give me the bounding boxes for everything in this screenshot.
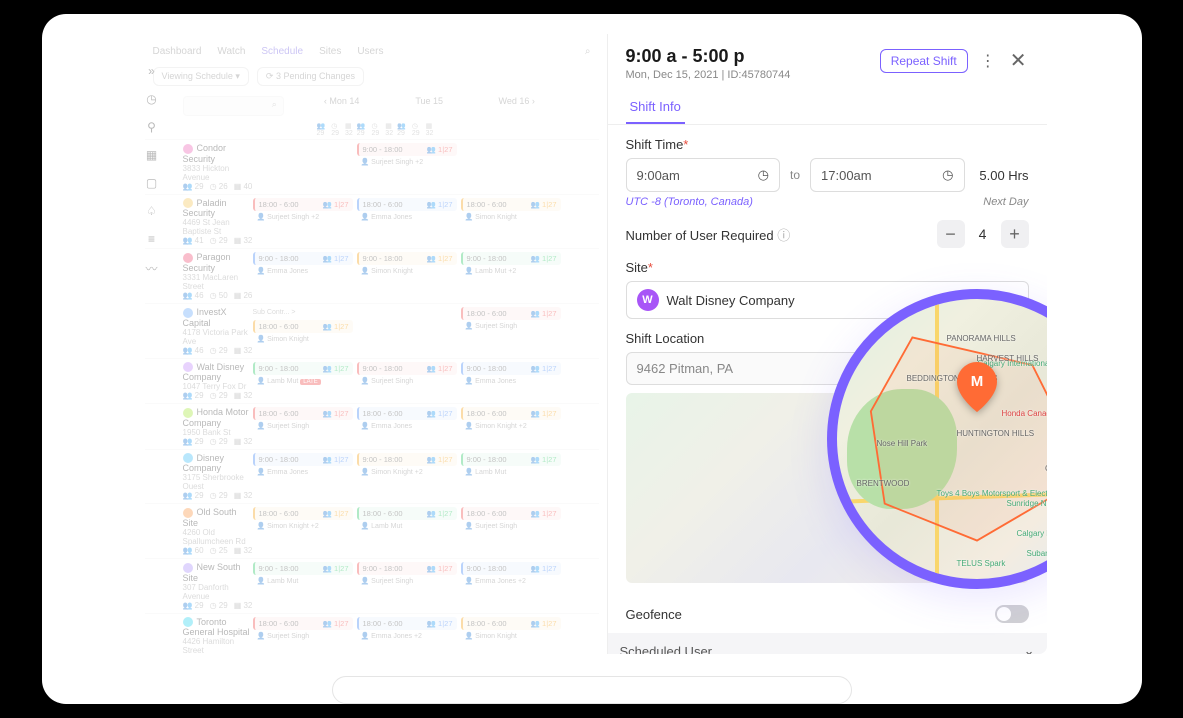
schedule-row[interactable]: Old South Site4260 Old Spallumcheen Rd👥 …	[145, 503, 599, 558]
more-icon[interactable]: ⋮	[978, 49, 998, 73]
day-wed[interactable]: Wed 16 ›	[473, 96, 561, 116]
to-label: to	[790, 168, 800, 182]
nextday-label: Next Day	[983, 196, 1028, 208]
start-time-input[interactable]: 9:00am◷	[626, 158, 781, 192]
schedule-row[interactable]: Paragon Security3331 MacLaren Street👥 46…	[145, 248, 599, 303]
site-label: Site*	[626, 260, 1029, 275]
quantity-stepper: − 4 +	[937, 220, 1029, 248]
chevron-down-icon: ⌄	[1024, 643, 1035, 654]
address-input[interactable]: 9462 Pitman, PA	[626, 352, 1029, 385]
site-search[interactable]	[183, 96, 284, 116]
schedule-row[interactable]: Toronto General Hospital4426 Hamilton St…	[145, 613, 599, 654]
site-avatar: W	[637, 289, 659, 311]
pending-changes[interactable]: ⟳ 3 Pending Changes	[257, 67, 364, 86]
view-selector[interactable]: Viewing Schedule ▾	[153, 67, 249, 86]
same-as-site-checkbox[interactable]: Same as Site	[940, 332, 1028, 346]
close-icon[interactable]: ✕	[1008, 46, 1029, 75]
geofence-label: Geofence	[626, 607, 682, 622]
clock-icon: ◷	[942, 167, 953, 183]
schedule-background: Dashboard Watch Schedule Sites Users ⌕ V…	[137, 34, 607, 654]
edit-icon[interactable]: ✎	[969, 292, 980, 308]
tab-shift-info[interactable]: Shift Info	[626, 91, 685, 124]
nav-dashboard[interactable]: Dashboard	[153, 46, 202, 57]
search-icon[interactable]: ⌕	[585, 46, 591, 57]
increment-button[interactable]: +	[1001, 220, 1029, 248]
schedule-row[interactable]: Honda Motor Company1950 Bank St👥 29◷ 29▦…	[145, 403, 599, 449]
nav-users[interactable]: Users	[357, 46, 383, 57]
chevron-down-icon[interactable]: ⌄	[1007, 292, 1018, 308]
zoom-out-icon[interactable]: −	[999, 525, 1023, 549]
end-time-input[interactable]: 17:00am◷	[810, 158, 965, 192]
nav-sites[interactable]: Sites	[319, 46, 341, 57]
day-tue[interactable]: Tue 15	[385, 96, 473, 116]
geofence-toggle[interactable]	[995, 605, 1029, 623]
fullscreen-icon[interactable]: ⛶	[999, 399, 1023, 423]
delete-icon[interactable]: ✕	[988, 292, 999, 308]
scheduled-user-section[interactable]: Scheduled User⌄	[608, 633, 1047, 654]
shift-drawer: 9:00 a - 5:00 p Mon, Dec 15, 2021 | ID:4…	[607, 34, 1047, 654]
clock-icon: ◷	[758, 167, 769, 183]
top-nav: Dashboard Watch Schedule Sites Users ⌕	[145, 42, 599, 61]
schedule-row[interactable]: Condor Security3833 Hickton Avenue👥 29◷ …	[145, 139, 599, 194]
site-select[interactable]: W Walt Disney Company ✎ ✕ ⌄	[626, 281, 1029, 319]
schedule-row[interactable]: Walt Disney Company1047 Terry Fox Dr👥 29…	[145, 358, 599, 404]
drawer-subtitle: Mon, Dec 15, 2021 | ID:45780744	[626, 69, 791, 81]
location-label: Shift Location	[626, 331, 705, 346]
map-view[interactable]: ⛶ − +	[626, 393, 1029, 583]
day-mon[interactable]: ‹ Mon 14	[298, 96, 386, 116]
nav-watch[interactable]: Watch	[217, 46, 245, 57]
quantity-value: 4	[969, 226, 997, 242]
schedule-row[interactable]: InvestX Capital4178 Victoria Park Ave👥 4…	[145, 303, 599, 358]
repeat-shift-button[interactable]: Repeat Shift	[880, 49, 968, 73]
shift-time-label: Shift Time*	[626, 137, 1029, 152]
nav-schedule[interactable]: Schedule	[261, 46, 303, 57]
decrement-button[interactable]: −	[937, 220, 965, 248]
num-users-label: Number of User Required ⓘ	[626, 225, 791, 244]
site-name: Walt Disney Company	[667, 293, 961, 308]
zoom-in-icon[interactable]: +	[999, 553, 1023, 577]
hours-value: 5.00 Hrs	[975, 168, 1029, 183]
schedule-row[interactable]: Disney Company3175 Sherbrooke Ouest👥 29◷…	[145, 449, 599, 504]
schedule-row[interactable]: Paladin Security4469 St Jean Baptiste St…	[145, 194, 599, 249]
drawer-title: 9:00 a - 5:00 p	[626, 46, 791, 67]
timezone-label: UTC -8 (Toronto, Canada)	[626, 196, 753, 208]
schedule-row[interactable]: New South Site307 Danforth Avenue👥 29◷ 2…	[145, 558, 599, 613]
